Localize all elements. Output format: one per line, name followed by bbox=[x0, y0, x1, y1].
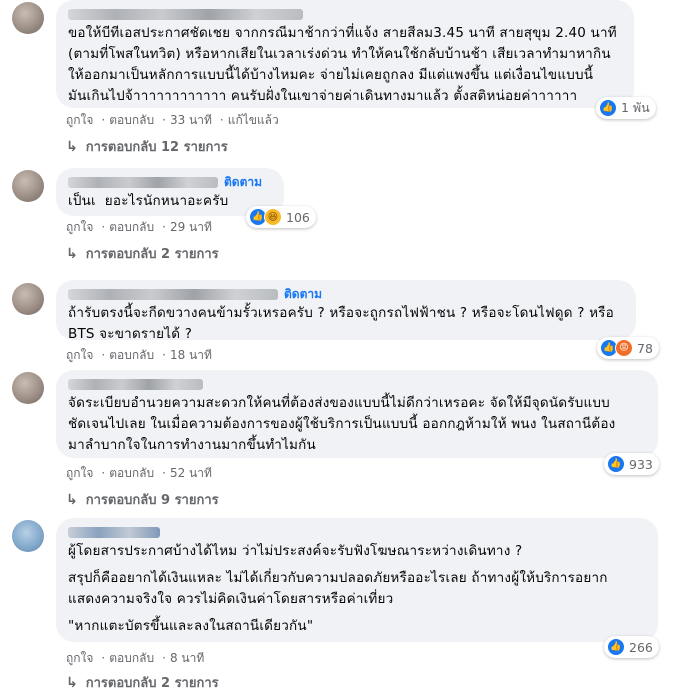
like-link[interactable]: ถูกใจ bbox=[66, 348, 93, 362]
like-link[interactable]: ถูกใจ bbox=[66, 220, 93, 234]
comment-text: ขอให้บีทีเอสประกาศชัดเชย จากกรณีมาช้ากว่… bbox=[68, 25, 617, 104]
comment-time[interactable]: 33 นาที bbox=[170, 113, 212, 127]
commenter-avatar[interactable] bbox=[12, 283, 44, 315]
comment-bubble: จัดระเบียบอำนวยความสะดวกให้คนที่ต้องส่งข… bbox=[56, 370, 658, 458]
commenter-name[interactable]: ติดตาม bbox=[68, 174, 272, 191]
comment-time[interactable]: 8 นาที bbox=[170, 651, 204, 665]
view-replies[interactable]: ↳ การตอบกลับ 2 รายการ bbox=[66, 672, 219, 693]
reaction-summary[interactable]: 👍 😆 106 bbox=[246, 206, 316, 228]
reaction-count: 78 bbox=[637, 340, 653, 356]
like-reaction-icon: 👍 bbox=[599, 99, 617, 117]
commenter-avatar[interactable] bbox=[12, 520, 44, 552]
haha-reaction-icon: 😆 bbox=[264, 208, 282, 226]
view-replies[interactable]: ↳ การตอบกลับ 12 รายการ bbox=[66, 136, 228, 157]
commenter-name[interactable]: ติดตาม bbox=[68, 286, 624, 303]
reply-arrow-icon: ↳ bbox=[66, 245, 78, 262]
reaction-summary[interactable]: 👍 1 พัน bbox=[596, 97, 656, 119]
comment-actions: ถูกใจ · ตอบกลับ · 29 นาที bbox=[66, 220, 212, 234]
reaction-count: 933 bbox=[629, 456, 653, 472]
comment-text: ถ้ารับตรงนี้จะกีดขวางคนข้ามรั้วเหรอครับ … bbox=[68, 305, 614, 342]
like-reaction-icon: 👍 bbox=[607, 638, 625, 656]
comment-actions: ถูกใจ · ตอบกลับ · 18 นาที bbox=[66, 348, 212, 362]
reply-arrow-icon: ↳ bbox=[66, 674, 78, 691]
comment-text: จัดระเบียบอำนวยความสะดวกให้คนที่ต้องส่งข… bbox=[68, 395, 616, 453]
comment-quote: "หากแตะบัตรขึ้นและลงในสถานีเดียวกัน" bbox=[68, 618, 314, 634]
comment-bubble: ผู้โดยสารประกาศบ้างได้ไหม ว่าไม่ประสงค์จ… bbox=[56, 518, 658, 642]
comment-time[interactable]: 18 นาที bbox=[170, 348, 212, 362]
commenter-avatar[interactable] bbox=[12, 372, 44, 404]
like-link[interactable]: ถูกใจ bbox=[66, 466, 93, 480]
like-reaction-icon: 👍 bbox=[607, 455, 625, 473]
comment-text: ผู้โดยสารประกาศบ้างได้ไหม ว่าไม่ประสงค์จ… bbox=[68, 543, 523, 559]
comment-bubble: ขอให้บีทีเอสประกาศชัดเชย จากกรณีมาช้ากว่… bbox=[56, 0, 634, 108]
commenter-avatar[interactable] bbox=[12, 170, 44, 202]
follow-button[interactable]: ติดตาม bbox=[224, 173, 262, 192]
reaction-count: 266 bbox=[629, 639, 653, 655]
comment-time[interactable]: 29 นาที bbox=[170, 220, 212, 234]
reply-link[interactable]: ตอบกลับ bbox=[109, 466, 154, 480]
comment-text: สรุปก็คืออยากได้เงินแหละ ไม่ได้เกี่ยวกับ… bbox=[68, 570, 608, 607]
comment-actions: ถูกใจ · ตอบกลับ · 33 นาที · แก้ไขแล้ว bbox=[66, 113, 279, 127]
like-link[interactable]: ถูกใจ bbox=[66, 113, 93, 127]
reply-link[interactable]: ตอบกลับ bbox=[109, 113, 154, 127]
comment-actions: ถูกใจ · ตอบกลับ · 8 นาที bbox=[66, 651, 205, 665]
commenter-name[interactable] bbox=[68, 524, 646, 541]
reaction-count: 1 พัน bbox=[621, 100, 650, 115]
like-link[interactable]: ถูกใจ bbox=[66, 651, 93, 665]
reply-arrow-icon: ↳ bbox=[66, 491, 78, 508]
comment-bubble: ติดตาม ถ้ารับตรงนี้จะกีดขวางคนข้ามรั้วเห… bbox=[56, 280, 636, 342]
comment-actions: ถูกใจ · ตอบกลับ · 52 นาที bbox=[66, 466, 212, 480]
commenter-avatar[interactable] bbox=[12, 2, 44, 34]
reaction-count: 106 bbox=[286, 209, 310, 225]
reaction-summary[interactable]: 👍 😡 78 bbox=[597, 337, 659, 359]
reply-link[interactable]: ตอบกลับ bbox=[109, 651, 154, 665]
commenter-name[interactable] bbox=[68, 6, 622, 23]
edited-label: แก้ไขแล้ว bbox=[227, 113, 279, 127]
comment-text: เป็นเ ยอะไรนักหนาอะครับ bbox=[68, 193, 229, 209]
view-replies[interactable]: ↳ การตอบกลับ 9 รายการ bbox=[66, 489, 219, 510]
follow-button[interactable]: ติดตาม bbox=[284, 285, 322, 304]
comment-time[interactable]: 52 นาที bbox=[170, 466, 212, 480]
commenter-name[interactable] bbox=[68, 376, 646, 393]
reaction-summary[interactable]: 👍 933 bbox=[604, 453, 659, 475]
reaction-summary[interactable]: 👍 266 bbox=[604, 636, 659, 658]
view-replies[interactable]: ↳ การตอบกลับ 2 รายการ bbox=[66, 243, 219, 264]
reply-arrow-icon: ↳ bbox=[66, 138, 78, 155]
angry-reaction-icon: 😡 bbox=[615, 339, 633, 357]
reply-link[interactable]: ตอบกลับ bbox=[109, 348, 154, 362]
reply-link[interactable]: ตอบกลับ bbox=[109, 220, 154, 234]
